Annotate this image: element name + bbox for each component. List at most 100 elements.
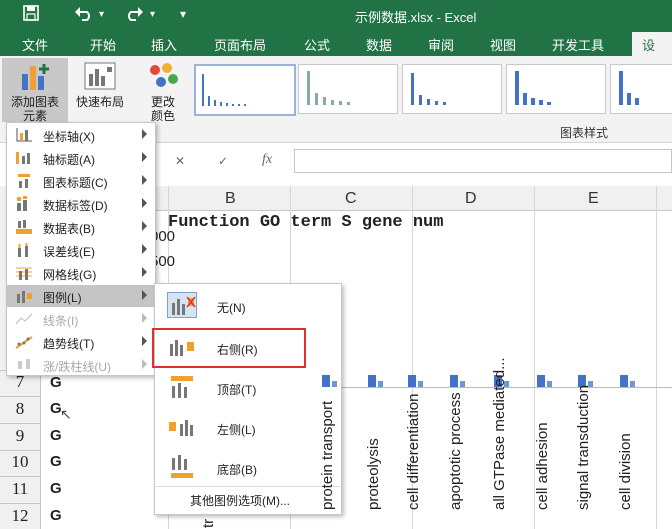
quick-layout-label: 快速布局: [75, 95, 124, 109]
cancel-icon[interactable]: ✕: [175, 154, 185, 168]
cell-a7[interactable]: G: [50, 374, 62, 391]
cell-a10[interactable]: G: [50, 453, 62, 470]
column-header-b[interactable]: B: [225, 190, 236, 208]
chart-style-4[interactable]: [506, 64, 606, 114]
submenu-arrow-icon: [142, 244, 147, 254]
x-axis-label: cell division: [617, 433, 634, 510]
row-divider: [0, 476, 40, 477]
submenu-arrow-icon: [142, 313, 147, 323]
row-header-11[interactable]: 11: [0, 479, 40, 499]
formula-input[interactable]: [294, 149, 672, 173]
chart-bar: [547, 381, 552, 387]
legend-none-icon: [167, 292, 197, 318]
trendline-icon: [15, 334, 33, 350]
updown-bars-icon: [15, 357, 33, 373]
quick-layout-icon: [84, 62, 116, 92]
change-colors-button[interactable]: 更改 颜色: [138, 58, 188, 123]
tab-home[interactable]: 开始: [90, 35, 116, 54]
cell-a9[interactable]: G: [50, 427, 62, 444]
chart-bar: [408, 375, 416, 387]
menu-item-axes[interactable]: 坐标轴(X): [7, 124, 155, 146]
chart-bar: [620, 375, 628, 387]
tab-data[interactable]: 数据: [366, 35, 392, 54]
lines-icon: [15, 311, 33, 327]
row-header-8[interactable]: 8: [0, 399, 40, 419]
undo-dropdown-icon[interactable]: ▾: [99, 9, 104, 20]
customize-qat-icon[interactable]: ▾: [180, 7, 186, 21]
change-colors-label-2: 颜色: [150, 109, 175, 123]
column-header-d[interactable]: D: [465, 190, 477, 208]
column-header-e[interactable]: E: [588, 190, 599, 208]
error-bars-icon: [15, 242, 33, 258]
data-labels-icon: [15, 196, 33, 212]
add-chart-element-icon: [18, 62, 52, 92]
menu-item-data-labels[interactable]: 数据标签(D): [7, 193, 155, 215]
axes-icon: [15, 127, 33, 143]
chart-bar: [378, 381, 383, 387]
chart-style-3[interactable]: [402, 64, 502, 114]
x-axis-label: protein transport: [319, 400, 336, 510]
window-title: 示例数据.xlsx - Excel: [355, 10, 477, 25]
tab-page-layout[interactable]: 页面布局: [214, 35, 266, 54]
cell-a12[interactable]: G: [50, 507, 62, 524]
row-divider: [0, 503, 40, 504]
undo-icon[interactable]: [74, 4, 94, 27]
menu-separator: [155, 486, 340, 487]
menu-item-gridlines[interactable]: 网格线(G): [7, 262, 155, 284]
more-legend-options[interactable]: 其他图例选项(M)...: [190, 492, 290, 509]
menu-item-chart-title[interactable]: 图表标题(C): [7, 170, 155, 192]
title-bar: ▾ ▾ ▾ 示例数据.xlsx - Excel: [0, 0, 672, 30]
menu-item-lines: 线条(I): [7, 308, 155, 330]
tab-view[interactable]: 视图: [490, 35, 516, 54]
x-axis-label-partial: tr: [200, 518, 217, 528]
change-colors-icon: [147, 62, 179, 92]
add-chart-element-button[interactable]: 添加图表 元素: [2, 58, 68, 123]
insert-function-icon[interactable]: fx: [262, 152, 272, 168]
tab-developer[interactable]: 开发工具: [552, 35, 604, 54]
menu-item-axis-titles[interactable]: 轴标题(A): [7, 147, 155, 169]
row-header-12[interactable]: 12: [0, 506, 40, 526]
menu-item-legend[interactable]: 图例(L): [7, 285, 155, 307]
tab-formulas[interactable]: 公式: [304, 35, 330, 54]
submenu-arrow-icon: [142, 175, 147, 185]
legend-option-top[interactable]: 顶部(T): [155, 368, 341, 408]
submenu-arrow-icon: [142, 336, 147, 346]
row-header-10[interactable]: 10: [0, 452, 40, 472]
row-divider: [0, 396, 40, 397]
submenu-arrow-icon: [142, 198, 147, 208]
data-table-icon: [15, 219, 33, 235]
chart-style-1[interactable]: [194, 64, 296, 116]
chart-title-icon: [15, 173, 33, 189]
legend-option-left[interactable]: 左侧(L): [155, 408, 341, 448]
cell-a11[interactable]: G: [50, 480, 62, 497]
ribbon-tabs: 文件 开始 插入 页面布局 公式 数据 审阅 视图 开发工具 设计: [0, 30, 672, 72]
submenu-arrow-icon: [142, 290, 147, 300]
legend-bottom-icon: [167, 454, 197, 480]
row-header-9[interactable]: 9: [0, 426, 40, 446]
save-icon[interactable]: [22, 4, 40, 27]
chart-style-5[interactable]: [610, 64, 672, 114]
tab-review[interactable]: 审阅: [428, 35, 454, 54]
add-chart-element-menu: 坐标轴(X) 轴标题(A) 图表标题(C) 数据标签(D) 数据表(B) 误差线…: [6, 122, 156, 376]
add-chart-element-label-2: 元素: [22, 109, 47, 123]
legend-option-none[interactable]: 无(N): [155, 286, 341, 326]
tab-insert[interactable]: 插入: [151, 35, 177, 54]
menu-item-trendline[interactable]: 趋势线(T): [7, 331, 155, 353]
axis-title-icon: [15, 150, 33, 166]
mouse-cursor-icon: ↖: [60, 406, 72, 422]
menu-item-error-bars[interactable]: 误差线(E): [7, 239, 155, 261]
chart-style-2[interactable]: [298, 64, 398, 114]
redo-dropdown-icon[interactable]: ▾: [150, 9, 155, 20]
chart-bar: [332, 381, 337, 387]
redo-icon[interactable]: [124, 4, 144, 27]
submenu-arrow-icon: [142, 152, 147, 162]
enter-icon[interactable]: ✓: [218, 154, 228, 168]
column-header-c[interactable]: C: [345, 190, 357, 208]
quick-layout-button[interactable]: 快速布局: [70, 58, 130, 122]
tab-file[interactable]: 文件: [22, 35, 48, 54]
legend-option-bottom[interactable]: 底部(B): [155, 448, 341, 488]
submenu-arrow-icon: [142, 359, 147, 369]
menu-item-data-table[interactable]: 数据表(B): [7, 216, 155, 238]
tab-design[interactable]: 设计: [632, 32, 672, 72]
chart-bar: [537, 375, 545, 387]
